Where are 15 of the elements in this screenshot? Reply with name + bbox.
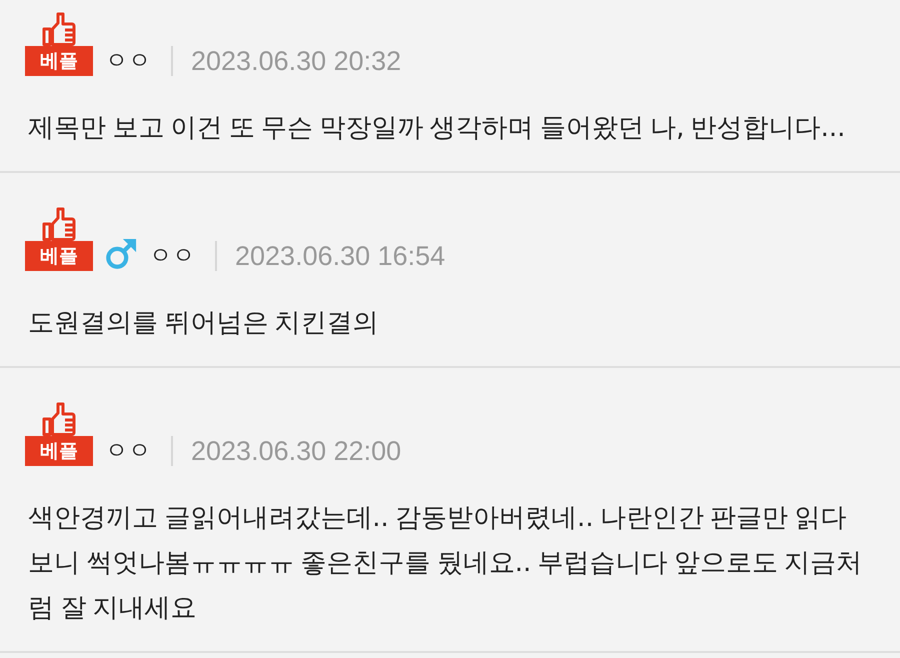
comment-date: 2023.06.30 20:32 (191, 46, 402, 76)
thumbs-up-icon (42, 402, 76, 436)
comment-date: 2023.06.30 22:00 (191, 436, 402, 466)
best-comment-badge: 베플 (25, 46, 93, 76)
comment-date: 2023.06.30 16:54 (235, 241, 446, 271)
thumbs-up-icon (42, 12, 76, 46)
comment-text: 도원결의를 뛰어넘은 치킨결의 (28, 307, 380, 340)
best-comment-badge: 베플 (25, 436, 93, 466)
best-comment-badge: 베플 (25, 241, 93, 271)
author-name: ㅇㅇ (149, 242, 195, 271)
comment-text: 색안경끼고 글읽어내려갔는데.. 감동받아버렸네.. 나란인간 판글만 읽다보니 썩엇나봄ㅠㅠㅠㅠ 좋은친구를 뒀네요.. 부럽습니다 앞으로도 지금처럼 잘 지내세요 (28, 502, 864, 625)
thumbs-up-icon (42, 207, 76, 241)
comment-text: 제목만 보고 이건 또 무슨 막장일까 생각하며 들어왔던 나, 반성합니다... (28, 112, 846, 145)
author-name: ㅇㅇ (105, 47, 151, 76)
author-name: ㅇㅇ (105, 437, 151, 466)
